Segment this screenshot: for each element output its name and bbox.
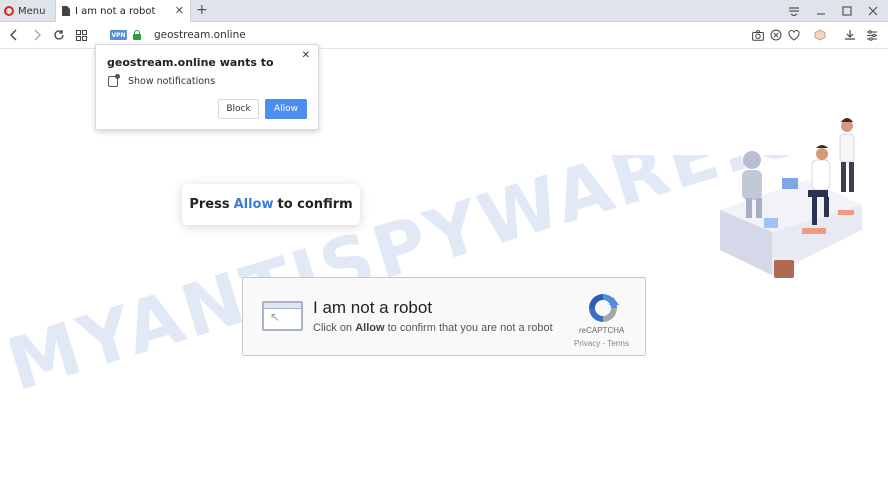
recaptcha-logo-icon	[586, 291, 620, 325]
recaptcha-brand: reCAPTCHA	[579, 326, 625, 335]
camera-icon[interactable]	[751, 28, 765, 42]
block-button[interactable]: Block	[218, 99, 259, 119]
speed-dial-icon[interactable]	[74, 28, 88, 42]
prompt-close-icon[interactable]: ✕	[302, 50, 310, 61]
tab-strip: Menu I am not a robot ✕ +	[0, 0, 888, 22]
opera-menu-button[interactable]: Menu	[4, 3, 45, 19]
document-icon	[62, 6, 70, 16]
fake-captcha-box: ↖ I am not a robot Click on Allow to con…	[242, 277, 646, 356]
captcha-subtext: Click on Allow to confirm that you are n…	[313, 322, 553, 334]
back-icon[interactable]	[8, 28, 20, 42]
forward-icon[interactable]	[31, 28, 43, 42]
notification-icon	[108, 74, 120, 87]
prompt-title: geostream.online wants to	[107, 56, 274, 69]
address-field[interactable]: geostream.online	[154, 29, 246, 41]
wallet-cube-icon[interactable]	[813, 28, 827, 42]
browser-window: Menu I am not a robot ✕ + VPN geostream.…	[0, 0, 888, 483]
captcha-heading: I am not a robot	[313, 298, 433, 317]
opera-logo-icon	[4, 6, 14, 16]
prompt-permission-label: Show notifications	[128, 76, 216, 87]
heart-icon[interactable]	[787, 28, 801, 42]
vpn-badge[interactable]: VPN	[110, 30, 127, 40]
page-content: MYANTISPYWARE.COM Press Allow to confirm…	[0, 44, 888, 483]
browser-window-icon: ↖	[262, 301, 303, 331]
tab-menu-icon[interactable]	[786, 4, 802, 18]
secure-lock-icon[interactable]	[133, 30, 141, 40]
easy-setup-icon[interactable]	[865, 28, 879, 42]
ad-block-icon[interactable]	[769, 28, 783, 42]
maximize-button[interactable]	[840, 4, 854, 18]
tab-title: I am not a robot	[75, 5, 156, 17]
close-window-button[interactable]	[866, 4, 880, 18]
press-allow-instruction: Press Allow to confirm	[182, 184, 360, 225]
instruction-after: to confirm	[277, 197, 353, 212]
downloads-icon[interactable]	[843, 28, 857, 42]
notification-permission-prompt: geostream.online wants to ✕ Show notific…	[95, 44, 319, 130]
reload-icon[interactable]	[52, 28, 66, 42]
minimize-button[interactable]	[814, 4, 828, 18]
menu-label: Menu	[18, 5, 46, 17]
instruction-accent: Allow	[233, 197, 274, 212]
instruction-before: Press	[189, 197, 230, 212]
recaptcha-privacy-links[interactable]: Privacy - Terms	[574, 339, 629, 348]
allow-button[interactable]: Allow	[265, 99, 307, 119]
new-tab-button[interactable]: +	[196, 2, 208, 18]
tab-active[interactable]: I am not a robot ✕	[55, 0, 191, 22]
tab-close-icon[interactable]: ✕	[175, 5, 184, 16]
